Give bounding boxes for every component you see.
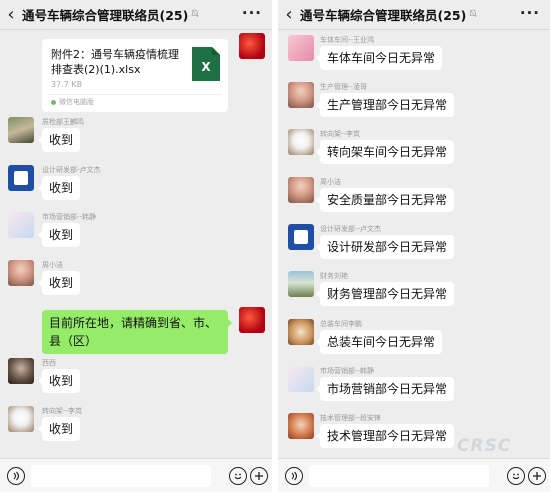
avatar[interactable] <box>8 212 34 238</box>
avatar[interactable] <box>288 271 314 297</box>
avatar[interactable] <box>8 165 34 191</box>
plus-icon[interactable] <box>250 467 268 485</box>
sender-name: 设计研发部--卢文杰 <box>320 225 382 233</box>
message-bubble[interactable]: 设计研发部今日无异常 <box>315 235 455 259</box>
excel-icon: X <box>192 47 220 81</box>
message-list: 附件2：通号车辆疫情梳理排查表(2)(1).xlsx 37.7 KB 微信电脑版… <box>0 31 272 456</box>
sender-name: 技术管理部--段安锋 <box>320 414 382 422</box>
message-input[interactable] <box>31 465 211 487</box>
avatar[interactable] <box>288 319 314 345</box>
avatar[interactable] <box>288 82 314 108</box>
message-bubble[interactable]: 总装车间今日无异常 <box>315 330 443 354</box>
bell-off-icon <box>469 9 477 21</box>
chat-screen-left: ‹ 通号车辆综合管理联络员(25) ··· 附件2：通号车辆疫情梳理排查表(2)… <box>0 0 272 492</box>
input-bar <box>278 458 550 492</box>
avatar[interactable] <box>288 413 314 439</box>
message-bubble[interactable]: 收到 <box>37 369 81 393</box>
input-bar <box>0 458 272 492</box>
sender-name: 财务刘艳 <box>320 272 348 280</box>
avatar[interactable] <box>239 33 265 59</box>
sender-name: 生产管理--凌哥 <box>320 83 368 91</box>
more-dots-icon[interactable]: ··· <box>520 0 540 26</box>
message-bubble[interactable]: 财务管理部今日无异常 <box>315 282 455 306</box>
chat-header: ‹ 通号车辆综合管理联络员(25) ··· <box>0 0 272 30</box>
message-bubble[interactable]: 收到 <box>37 223 81 247</box>
voice-icon[interactable] <box>7 467 25 485</box>
more-dots-icon[interactable]: ··· <box>242 0 262 26</box>
chevron-left-icon[interactable]: ‹ <box>0 0 22 30</box>
message-list: 车体车间--王业鸿 车体车间今日无异常 生产管理--凌哥 生产管理部今日无异常 … <box>278 31 550 456</box>
sender-name: 设计研发部-卢文杰 <box>42 166 101 174</box>
plus-icon[interactable] <box>528 467 546 485</box>
avatar[interactable] <box>288 177 314 203</box>
sender-name: 车体车间--王业鸿 <box>320 36 375 44</box>
chat-header: ‹ 通号车辆综合管理联络员(25) ··· <box>278 0 550 30</box>
message-bubble-sent[interactable]: 目前所在地，请精确到省、市、县（区） <box>42 310 232 354</box>
message-bubble[interactable]: 收到 <box>37 176 81 200</box>
emoji-icon[interactable] <box>507 467 525 485</box>
file-card[interactable]: 附件2：通号车辆疫情梳理排查表(2)(1).xlsx 37.7 KB 微信电脑版… <box>42 39 228 112</box>
group-title: 通号车辆综合管理联络员(25) <box>300 8 467 23</box>
message-bubble[interactable]: 收到 <box>37 417 81 441</box>
file-source-label: 微信电脑版 <box>59 98 94 106</box>
message-input[interactable] <box>309 465 489 487</box>
avatar[interactable] <box>288 129 314 155</box>
sender-name: 质检部王麟鸣 <box>42 118 84 126</box>
avatar[interactable] <box>288 366 314 392</box>
crsc-watermark: CRSC <box>457 436 512 456</box>
avatar[interactable] <box>8 260 34 286</box>
avatar[interactable] <box>8 117 34 143</box>
sender-name: 转向架--李岚 <box>320 130 361 138</box>
sender-name: 市场营销部--韩静 <box>42 213 97 221</box>
sender-name: 周小洁 <box>42 261 63 269</box>
chevron-left-icon[interactable]: ‹ <box>278 0 300 30</box>
sender-name: 总装车间李鹏 <box>320 320 362 328</box>
file-size: 37.7 KB <box>51 80 83 89</box>
message-bubble[interactable]: 市场营销部今日无异常 <box>315 377 455 401</box>
message-bubble[interactable]: 技术管理部今日无异常 <box>315 424 455 448</box>
message-bubble[interactable]: 生产管理部今日无异常 <box>315 93 455 117</box>
sender-name: 西西 <box>42 359 56 367</box>
avatar[interactable] <box>239 307 265 333</box>
avatar[interactable] <box>288 224 314 250</box>
group-title: 通号车辆综合管理联络员(25) <box>22 8 189 23</box>
avatar[interactable] <box>288 35 314 61</box>
avatar[interactable] <box>8 406 34 432</box>
avatar[interactable] <box>8 358 34 384</box>
file-source: 微信电脑版 <box>51 97 94 107</box>
file-name: 附件2：通号车辆疫情梳理排查表(2)(1).xlsx <box>51 48 179 76</box>
voice-icon[interactable] <box>285 467 303 485</box>
message-bubble[interactable]: 车体车间今日无异常 <box>315 46 443 70</box>
message-bubble[interactable]: 转向架车间今日无异常 <box>315 140 455 164</box>
svg-text:X: X <box>201 60 211 74</box>
message-bubble[interactable]: 安全质量部今日无异常 <box>315 188 455 212</box>
message-bubble[interactable]: 收到 <box>37 128 81 152</box>
emoji-icon[interactable] <box>229 467 247 485</box>
chat-screen-right: ‹ 通号车辆综合管理联络员(25) ··· 车体车间--王业鸿 车体车间今日无异… <box>278 0 550 492</box>
sender-name: 市场营销部--韩静 <box>320 367 375 375</box>
bell-off-icon <box>191 9 199 21</box>
sender-name: 周小洁 <box>320 178 341 186</box>
pc-wechat-icon <box>51 99 56 105</box>
message-bubble[interactable]: 收到 <box>37 271 81 295</box>
file-divider <box>48 94 222 95</box>
sender-name: 转向架--李岚 <box>42 407 83 415</box>
